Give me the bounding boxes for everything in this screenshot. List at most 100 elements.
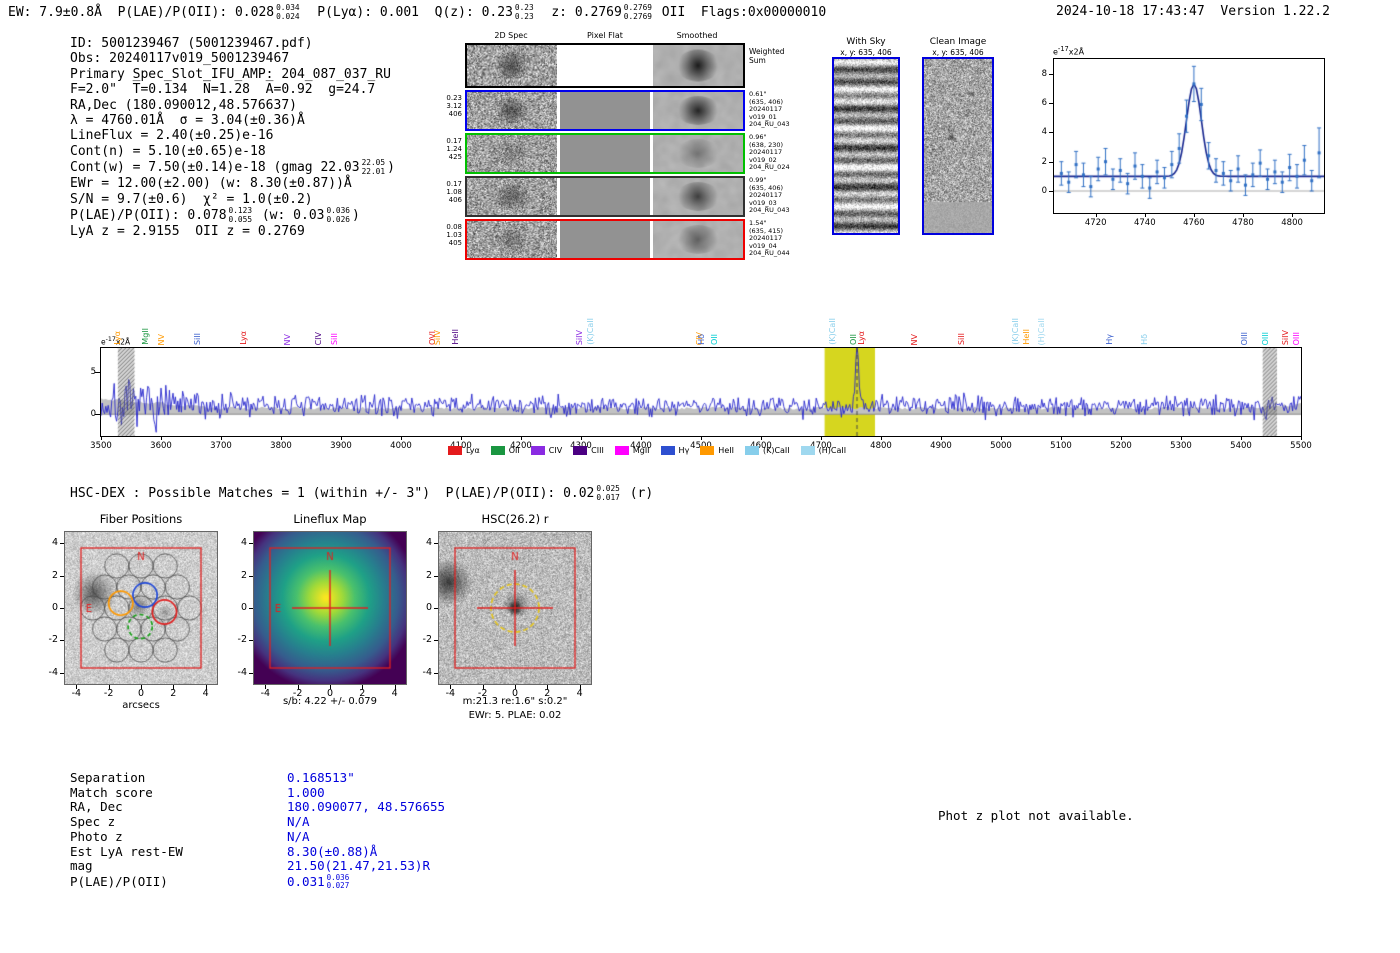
match-label: RA, Dec [70,799,123,815]
withsky-coords: x, y: 635, 406 [840,48,892,57]
x-tick-label: -2 [103,688,114,699]
info-line: ID: 5001239467 (5001239467.pdf) [70,36,395,51]
right-label-line: 204_RU_043 [749,206,790,215]
sub-value: 0.026 [326,214,350,224]
info-line: EWr = 12.00(±2.00) (w: 8.30(±0.87))Å [70,176,395,191]
hsc-r-image [439,532,591,684]
emission-line-label: (K)CaII [828,318,838,345]
spectrum-plot-frame [100,347,1302,437]
legend-item: (H)CaII [800,446,847,455]
spec2d-column-header: Smoothed [676,31,718,40]
spec2d-smoothed-image [653,135,743,172]
x-tick-mark [281,436,282,440]
spec2d-2dspec-image [467,92,557,129]
spec2d-row-right-labels: 0.61" (635, 406) 20240117 v019_01 204_RU_043 [749,90,790,129]
legend-swatch [573,446,588,455]
spec2d-row [465,90,745,131]
info-line: LineFlux = 2.40(±0.25)e-16 [70,128,395,143]
legend-item: CIV [530,446,563,455]
x-tick-mark [1061,436,1062,440]
legend-label: CIV [548,446,563,455]
match-value: 180.090077, 48.576655 [287,799,445,815]
x-tick-mark [547,685,549,689]
text-segment: Obs: 20240117v019_5001239467 [70,51,290,67]
x-tick-label: 4780 [1232,218,1254,228]
text-segment: Cont(w) = 7.50(±0.14)e-18 (gmag 22.03 [70,160,360,176]
emission-line-label: HeII [451,329,460,345]
text-segment: 8.30(±0.88)Å [287,843,378,859]
x-tick-mark [108,685,110,689]
y-tick-mark [434,575,438,577]
report-datetime: 2024-10-18 17:43:47 [1056,4,1205,19]
match-label: mag [70,858,93,874]
match-label: P(LAE)/P(OII) [70,873,168,889]
y-tick-mark [249,543,253,545]
y-tick-label: 0 [425,602,432,613]
x-tick-mark [1181,436,1182,440]
x-tick-label: 5100 [1050,441,1072,451]
spec2d-smoothed-image [653,221,743,258]
x-tick-mark [362,685,364,689]
text-segment: 1.000 [287,784,325,800]
emission-line-label: SiII [193,332,202,345]
x-tick-mark [1241,436,1242,440]
y-tick-label: -2 [237,634,247,646]
legend-label: OII [508,446,520,455]
x-tick-label: -4 [71,688,82,699]
y-tick-label: 5 [90,367,96,378]
fiber-cutout-title: Fiber Positions [99,512,183,526]
clean-image-frame [922,57,994,235]
spec2d-row-right-labels: 0.99" (635, 406) 20240117 v019_03 204_RU_043 [749,176,790,215]
legend-label: (H)CaII [818,446,847,455]
x-tick-mark [1121,436,1122,440]
emission-line-label: CIV [314,331,324,345]
left-label-line: 1.24 [446,145,462,154]
legend-label: MgII [632,446,650,455]
legend-item: HeII [700,446,734,455]
y-tick-label: 0 [51,602,58,613]
withsky-title: With Sky [846,37,886,47]
info-line: Obs: 20240117v019_5001239467 [70,51,395,66]
text-segment: Primary Spec_Slot_IFU_AMP: 204_087_037_R… [70,66,391,82]
emission-line-label: SiII [329,332,339,345]
match-value: 21.50(21.47,21.53)R [287,858,430,873]
y-tick-mark [1049,161,1053,163]
emission-line-label: (K)CaII [586,318,595,345]
text-segment: 21.50(21.47,21.53)R [287,858,430,874]
y-tick-mark [60,543,64,545]
legend-item: CIII [573,446,604,455]
spec2d-pixelflat-cell [560,135,650,172]
y-tick-mark [249,672,253,674]
left-label-line: 406 [448,196,462,205]
y-tick-mark [60,608,64,609]
legend-swatch [448,446,462,455]
spec2d-row [465,176,745,217]
fiber-xlabel: arcsecs [122,700,160,711]
lineflux-cutout-frame [253,531,407,685]
y-tick-label: -2 [422,634,432,646]
spec2d-row-left-labels: 0.08 1.03 405 [432,223,462,248]
text-segment: EW: 7.9±0.8Å P(LAE)/P(OII): 0.028 [8,5,275,21]
x-tick-label: 5400 [1230,441,1252,451]
match-row: Match score 1.000 [70,784,445,801]
match-label: Match score [70,784,153,800]
fiber-cutout-frame [64,531,218,685]
y-tick-label: 2 [240,569,247,581]
text-segment: ID: 5001239467 (5001239467.pdf) [70,36,313,51]
legend-swatch [660,446,675,455]
sub-value: 0.024 [276,11,300,21]
info-line: Cont(n) = 5.10(±0.65)e-18 [70,144,395,159]
y-tick-mark [60,672,64,674]
text-segment: z: 0.2769 [535,5,622,21]
info-line: RA,Dec (180.090012,48.576637) [70,98,395,113]
right-label-line: 204_RU_043 [749,120,790,129]
text-segment: 0.031 [287,873,325,889]
sub-value: 0.23 [514,11,534,21]
y-tick-label: 0 [240,602,247,613]
x-tick-label: 4720 [1084,218,1107,228]
spec2d-2dspec-image [467,135,557,172]
legend-label: Hγ [678,446,690,455]
x-tick-label: 3600 [150,441,172,451]
text-segment: LyA z = 2.9155 OII z = 0.2769 [70,224,305,240]
match-row: RA, Dec 180.090077, 48.576655 [70,800,445,815]
